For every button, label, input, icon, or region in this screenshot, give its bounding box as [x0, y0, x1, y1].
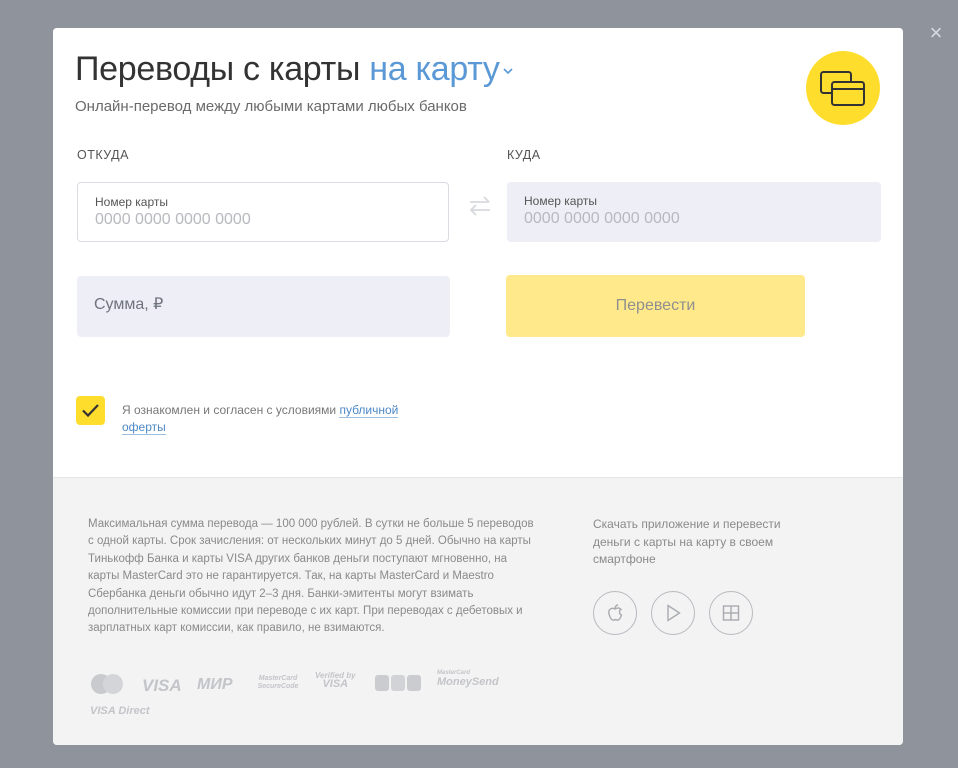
google-play-button[interactable]: [651, 591, 695, 635]
transfer-limits-info: Максимальная сумма перевода — 100 000 ру…: [88, 518, 534, 635]
verified-visa-text: VISA: [322, 678, 349, 690]
windows-icon: [722, 605, 740, 621]
checkmark-icon: [82, 404, 99, 418]
from-card-field[interactable]: Номер карты: [77, 182, 449, 242]
agreement-text: Я ознакомлен и согласен с условиями публ…: [122, 402, 442, 436]
google-play-icon: [667, 604, 681, 622]
visa-direct-logo: VISA Direct: [90, 705, 150, 717]
title-main: Переводы с карты: [75, 50, 361, 88]
moneysend-text: MoneySend: [437, 676, 499, 688]
verified-by-visa-logo: Verified by VISA: [315, 671, 356, 690]
apple-icon: [608, 604, 623, 621]
close-icon[interactable]: ×: [927, 22, 945, 44]
to-card-label: Номер карты: [524, 194, 597, 208]
windows-store-button[interactable]: [709, 591, 753, 635]
transfer-type-dropdown[interactable]: на карту: [369, 50, 513, 88]
cards-icon: [820, 71, 865, 106]
app-download-text: Скачать приложение и перевести деньги с …: [593, 517, 781, 566]
agreement-label: Я ознакомлен и согласен с условиями: [122, 403, 337, 417]
from-card-input[interactable]: [95, 211, 425, 229]
swap-arrows-icon[interactable]: [467, 194, 493, 218]
page-subtitle: Онлайн-перевод между любыми картами любы…: [75, 98, 467, 115]
info-section: Максимальная сумма перевода — 100 000 ру…: [53, 477, 903, 745]
from-card-label: Номер карты: [95, 195, 168, 209]
to-card-input[interactable]: [524, 210, 854, 228]
jcb-logo: [375, 675, 421, 691]
app-store-button[interactable]: [593, 591, 637, 635]
from-label: ОТКУДА: [77, 148, 129, 162]
mastercard-securecode-logo: MasterCard SecureCode: [257, 675, 299, 690]
amount-input[interactable]: [94, 296, 424, 314]
mastercard-logo: [91, 674, 123, 694]
transfer-modal: Переводы с карты на карту Онлайн-перевод…: [53, 28, 903, 745]
to-label: КУДА: [507, 148, 541, 162]
agreement-checkbox[interactable]: [76, 396, 105, 425]
title-accent: на карту: [369, 50, 500, 88]
to-card-field[interactable]: Номер карты: [507, 182, 881, 242]
visa-logo: VISA: [142, 676, 182, 695]
amount-field[interactable]: [77, 276, 450, 337]
mir-logo: МИР: [197, 676, 233, 693]
chevron-down-icon: [503, 68, 513, 75]
page-title: Переводы с карты на карту: [75, 50, 514, 89]
cards-badge: [806, 51, 880, 125]
transfer-button[interactable]: Перевести: [506, 275, 805, 337]
mastercard-moneysend-logo: MasterCard MoneySend: [437, 670, 499, 688]
transfer-form-section: Переводы с карты на карту Онлайн-перевод…: [53, 28, 903, 477]
